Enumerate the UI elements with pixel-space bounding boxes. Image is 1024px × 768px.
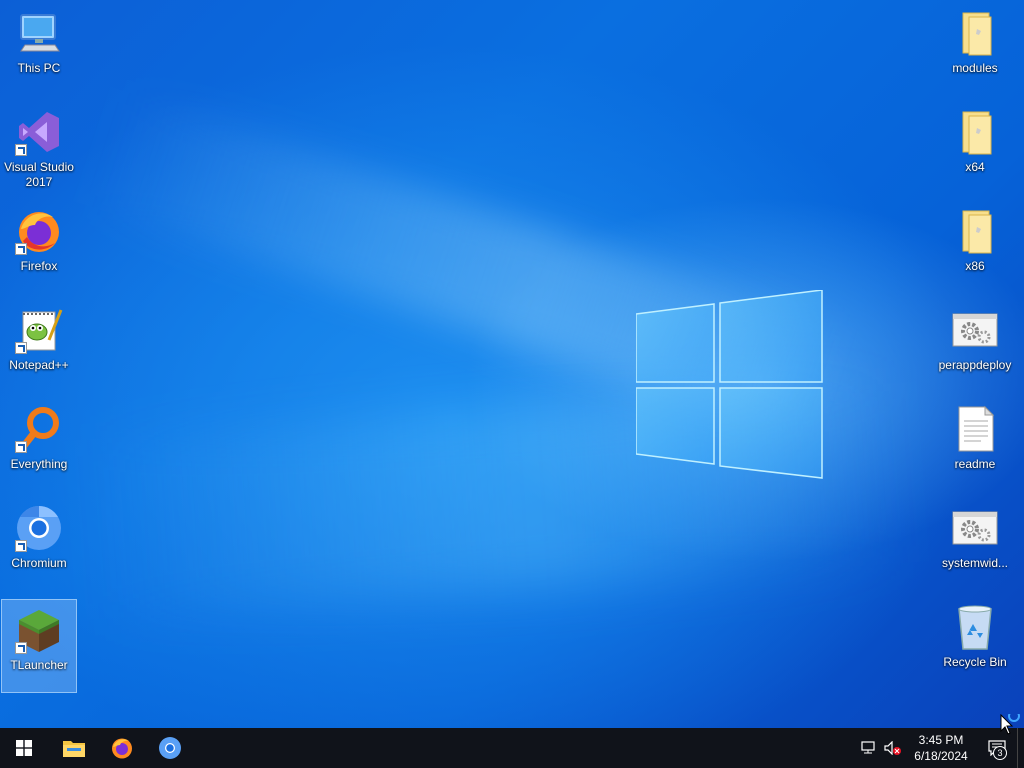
system-tray: 3:45 PM 6/18/2024 3 [857,728,1024,768]
desktop-icon-readme[interactable]: readme [937,398,1013,492]
shortcut-arrow-icon [15,144,27,156]
windows-icon [16,740,32,756]
shortcut-arrow-icon [15,243,27,255]
desktop-icon-label: perappdeploy [938,358,1012,372]
everything-icon [15,405,63,453]
desktop-icon-label: modules [952,61,998,75]
desktop-icon-label: x86 [965,259,985,273]
desktop-icon-firefox[interactable]: Firefox [1,200,77,294]
notepadpp-icon [15,306,63,354]
folder-icon [951,207,999,255]
visual-studio-icon [15,108,63,156]
desktop-icon-label: systemwid... [941,556,1008,570]
clock-date: 6/18/2024 [914,749,968,763]
taskbar-chromium[interactable] [146,728,194,768]
settings-file-icon [951,306,999,354]
folder-icon [951,108,999,156]
desktop-icon-systemwide[interactable]: systemwid... [937,497,1013,591]
recycle-bin-icon [951,603,999,651]
desktop-icon-label: Chromium [11,556,67,570]
desktop-icon-label: This PC [17,61,61,75]
desktop-icon-this-pc[interactable]: This PC [1,2,77,96]
chromium-icon [15,504,63,552]
windows-logo-wallpaper [636,290,823,479]
desktop-icon-label: readme [954,457,996,471]
desktop-icon-perappdeploy[interactable]: perappdeploy [937,299,1013,393]
desktop-icon-label: TLauncher [10,658,68,672]
folder-icon [63,741,85,757]
desktop-icon-recycle-bin[interactable]: Recycle Bin [937,596,1013,690]
mouse-cursor-icon [1000,714,1020,735]
desktop-icon-notepadpp[interactable]: Notepad++ [1,299,77,393]
desktop-icon-tlauncher[interactable]: TLauncher [1,599,77,693]
desktop-icon-everything[interactable]: Everything [1,398,77,492]
firefox-icon [15,207,63,255]
desktop-icon-label: x64 [965,160,985,174]
desktop-icon-label: Recycle Bin [943,655,1007,669]
desktop-icon-chromium[interactable]: Chromium [1,497,77,591]
desktop-icon-label: Notepad++ [9,358,69,372]
taskbar-file-explorer[interactable] [50,728,98,768]
volume-muted-icon[interactable] [881,728,905,768]
desktop-icon-label: Visual Studio 2017 [4,160,74,189]
text-file-icon [951,405,999,453]
shortcut-arrow-icon [15,642,27,654]
shortcut-arrow-icon [15,342,27,354]
folder-icon [951,9,999,57]
desktop-icon-x64[interactable]: x64 [937,101,1013,195]
desktop-icon-x86[interactable]: x86 [937,200,1013,294]
shortcut-arrow-icon [15,441,27,453]
taskbar-firefox[interactable] [98,728,146,768]
start-button[interactable] [0,728,48,768]
settings-file-icon [951,504,999,552]
desktop-icon-label: Everything [10,457,68,471]
network-icon[interactable] [857,728,881,768]
notification-count-badge: 3 [993,746,1007,760]
desktop-icon-visual-studio[interactable]: Visual Studio 2017 [1,101,77,195]
clock[interactable]: 3:45 PM 6/18/2024 [905,732,977,764]
clock-time: 3:45 PM [918,733,964,747]
shortcut-arrow-icon [15,540,27,552]
taskbar: 3:45 PM 6/18/2024 3 [0,728,1024,768]
chromium-icon [159,737,181,759]
this-pc-icon [15,9,63,57]
tlauncher-icon [15,606,63,654]
desktop-icon-label: Firefox [20,259,58,273]
desktop-icon-modules[interactable]: modules [937,2,1013,96]
firefox-icon [112,738,132,759]
